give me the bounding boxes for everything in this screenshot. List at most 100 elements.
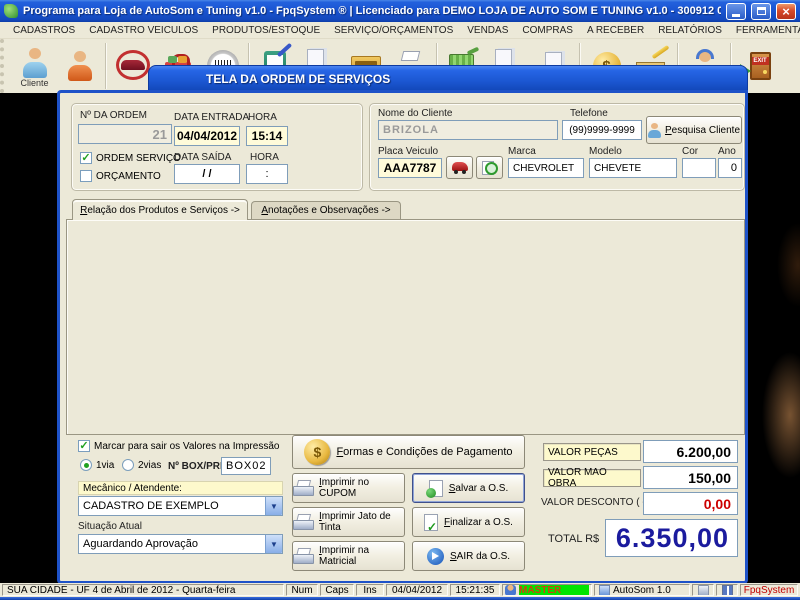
plate-label: Placa Veiculo — [378, 146, 438, 157]
phone-field[interactable]: (99)9999-9999 — [562, 120, 642, 140]
menu-vendas[interactable]: VENDAS — [460, 25, 515, 36]
radio-empty-icon — [122, 459, 134, 471]
box-prisma-field[interactable]: BOX02 — [221, 457, 271, 475]
status-brand: FpqSystem — [740, 584, 798, 596]
exit-date-field[interactable]: / / — [174, 164, 240, 184]
menu-servico-orcamentos[interactable]: SERVIÇO/ORÇAMENTOS — [327, 25, 460, 36]
exit-os-button[interactable]: SAIR da O.S. — [412, 541, 525, 571]
discount-value[interactable]: 0,00 — [643, 492, 738, 515]
tab-anotacoes[interactable]: Anotações e Observações -> — [251, 201, 401, 219]
vehicle-register-button[interactable] — [446, 156, 473, 179]
coin-icon — [304, 439, 330, 465]
dialog-titlebar[interactable]: TELA DA ORDEM DE SERVIÇOS — [148, 65, 748, 91]
service-order-dialog: TELA DA ORDEM DE SERVIÇOS Nº DA ORDEM 21… — [57, 65, 748, 584]
year-label: Ano — [718, 146, 736, 157]
close-icon: × — [782, 5, 790, 18]
menu-compras[interactable]: COMPRAS — [515, 25, 580, 36]
tab-page — [66, 219, 745, 435]
brand-field[interactable]: CHEVROLET — [508, 158, 584, 178]
status-printer-segment[interactable] — [692, 584, 714, 596]
search-client-label: Pesquisa Cliente — [665, 125, 740, 136]
status-value: Aguardando Aprovação — [79, 538, 265, 550]
status-select[interactable]: Aguardando Aprovação ▼ — [78, 534, 283, 554]
menu-a-receber[interactable]: A RECEBER — [580, 25, 651, 36]
ordem-servico-checkbox[interactable]: ✓ ORDEM SERVIÇO — [80, 152, 181, 164]
orcamento-label: ORÇAMENTO — [96, 171, 161, 182]
chevron-down-icon[interactable]: ▼ — [265, 535, 282, 553]
client-icon — [17, 45, 53, 81]
total-label: TOTAL R$ — [548, 533, 599, 545]
labor-value: 150,00 — [643, 466, 738, 489]
total-value: 6.350,00 — [605, 519, 738, 557]
radio-selected-icon — [80, 459, 92, 471]
print-inkjet-button[interactable]: Imprimir Jato de Tinta — [292, 507, 405, 537]
restore-button[interactable] — [751, 3, 771, 20]
status-caps: Caps — [320, 584, 354, 596]
search-client-button[interactable]: Pesquisa Cliente — [646, 116, 742, 144]
app-title: Programa para Loja de AutoSom e Tuning v… — [23, 5, 721, 17]
finish-os-label: Finalizar a O.S. — [444, 517, 513, 528]
chevron-down-icon[interactable]: ▼ — [265, 497, 282, 515]
save-os-button[interactable]: Salvar a O.S. — [412, 473, 525, 503]
brand-label: Marca — [508, 146, 536, 157]
menu-cadastros[interactable]: CADASTROS — [6, 25, 82, 36]
payment-label: Formas e Condições de Pagamento — [336, 446, 512, 458]
order-number-label: Nº DA ORDEM — [80, 110, 147, 121]
print-matrix-button[interactable]: Imprimir na Matricial — [292, 541, 405, 571]
client-name-field[interactable]: BRIZOLA — [378, 120, 558, 140]
mechanic-select[interactable]: CADASTRO DE EXEMPLO ▼ — [78, 496, 283, 516]
printer-icon — [293, 548, 313, 564]
via2-radio[interactable]: 2vias — [122, 459, 161, 471]
print-cupom-button[interactable]: Imprimir no CUPOM — [292, 473, 405, 503]
printer-icon — [293, 480, 313, 496]
via1-radio[interactable]: 1via — [80, 459, 114, 471]
order-number-field[interactable]: 21 — [78, 124, 172, 144]
minimize-icon — [732, 14, 740, 17]
person-icon — [648, 123, 661, 138]
restore-icon — [757, 7, 766, 15]
menu-produtos-estoque[interactable]: PRODUTOS/ESTOQUE — [205, 25, 327, 36]
status-time: 15:21:35 — [450, 584, 500, 596]
year-field[interactable]: 0 — [718, 158, 742, 178]
model-field[interactable]: CHEVETE — [589, 158, 677, 178]
app-titlebar: Programa para Loja de AutoSom e Tuning v… — [0, 0, 800, 22]
status-network-segment[interactable] — [716, 584, 738, 596]
red-car-icon — [451, 162, 469, 174]
menu-relatorios[interactable]: RELATÓRIOS — [651, 25, 729, 36]
background-figure — [748, 65, 800, 584]
print-values-label: Marcar para sair os Valores na Impressão — [94, 441, 279, 452]
tab-produtos-servicos[interactable]: Relação dos Produtos e Serviços -> — [72, 199, 248, 220]
print-inkjet-label: Imprimir Jato de Tinta — [319, 511, 404, 533]
plate-field[interactable]: AAA7787 — [378, 158, 442, 178]
print-values-checkbox[interactable]: ✓ Marcar para sair os Valores na Impress… — [78, 440, 279, 452]
entry-time-field[interactable]: 15:14 — [246, 126, 288, 146]
checkbox-empty-icon — [80, 170, 92, 182]
menu-cadastro-veiculos[interactable]: CADASTRO VEICULOS — [82, 25, 205, 36]
exit-time-field[interactable]: : — [246, 164, 288, 184]
model-label: Modelo — [589, 146, 622, 157]
orcamento-checkbox[interactable]: ORÇAMENTO — [80, 170, 161, 182]
order-groupbox: Nº DA ORDEM 21 DATA ENTRADA 04/04/2012 H… — [71, 103, 363, 191]
color-field[interactable] — [682, 158, 716, 178]
checkbox-check-icon: ✓ — [80, 152, 92, 164]
close-button[interactable]: × — [776, 3, 796, 20]
via2-label: 2vias — [138, 460, 161, 471]
finish-document-icon: ✓ — [424, 514, 438, 531]
finish-os-button[interactable]: ✓ Finalizar a O.S. — [412, 507, 525, 537]
entry-date-field[interactable]: 04/04/2012 — [174, 126, 240, 146]
history-clock-icon — [482, 161, 498, 175]
vehicle-history-button[interactable] — [476, 156, 503, 179]
menu-bar: CADASTROS CADASTRO VEICULOS PRODUTOS/EST… — [0, 22, 800, 39]
user-icon — [505, 585, 516, 596]
toolbar-cliente-button[interactable]: Cliente — [12, 40, 57, 92]
tab-anotacoes-label: Anotações e Observações -> — [261, 205, 390, 216]
payment-button[interactable]: Formas e Condições de Pagamento — [292, 435, 525, 469]
color-label: Cor — [682, 146, 698, 157]
status-app-segment: AutoSom 1.0 — [594, 584, 690, 596]
exit-os-label: SAIR da O.S. — [450, 551, 510, 562]
print-cupom-label: Imprimir no CUPOM — [319, 477, 404, 499]
menu-ferramentas[interactable]: FERRAMENTAS — [729, 25, 800, 36]
minimize-button[interactable] — [726, 3, 746, 20]
entry-time-label: HORA — [248, 112, 277, 123]
save-document-icon — [429, 480, 443, 497]
